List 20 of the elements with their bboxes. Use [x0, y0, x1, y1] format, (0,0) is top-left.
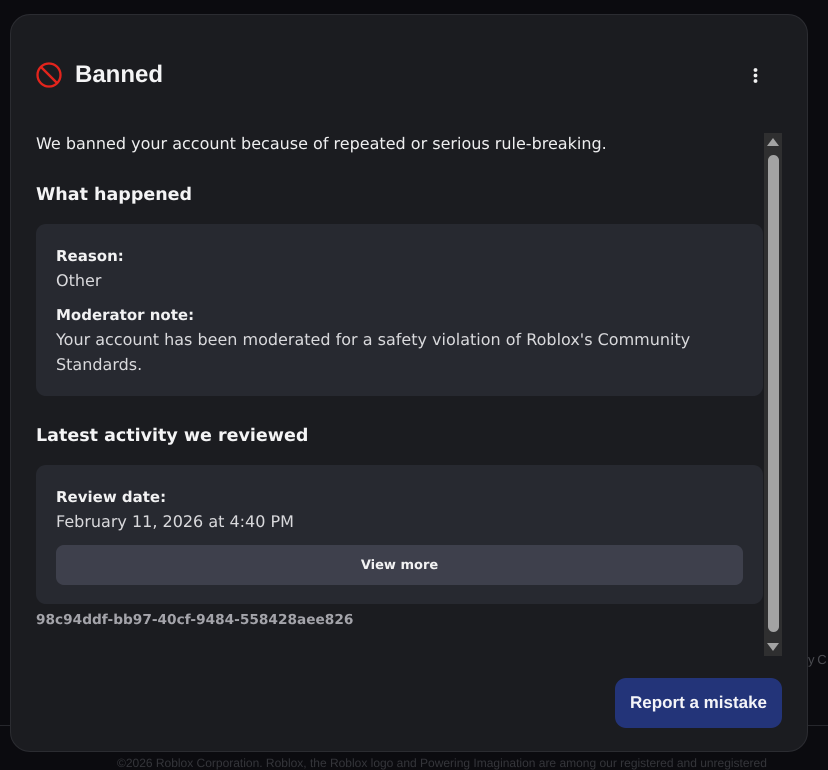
scrollbar-track[interactable]: [764, 133, 782, 656]
field-label: Review date:: [56, 487, 168, 508]
dialog-title: Banned: [75, 60, 164, 90]
scrollbar-thumb[interactable]: [768, 155, 779, 632]
reference-id: 98c94ddf-bb97-40cf-9484-558428aee826: [36, 611, 354, 630]
view-more-button[interactable]: View more: [56, 545, 744, 585]
footer-link-text: y C: [808, 652, 826, 668]
report-mistake-button[interactable]: Report a mistake: [615, 678, 782, 728]
ban-explanation: We banned your account because of repeated or serious rule-breaking.: [36, 133, 608, 155]
field-value: Other: [56, 270, 102, 292]
field-value: February 11, 2026 at 4:40 PM: [56, 511, 295, 533]
scroll-down-icon[interactable]: [767, 643, 780, 651]
prohibited-icon: [36, 62, 62, 88]
more-options-icon[interactable]: [753, 68, 758, 82]
scroll-up-icon[interactable]: [767, 138, 780, 146]
section-heading: Latest activity we reviewed: [36, 425, 310, 448]
field-value: Your account has been moderated for a safety violation of Roblox's Community Standards.: [56, 329, 692, 376]
field-label: Moderator note:: [56, 305, 196, 326]
field-label: Reason:: [56, 246, 125, 267]
section-heading: What happened: [36, 184, 194, 207]
